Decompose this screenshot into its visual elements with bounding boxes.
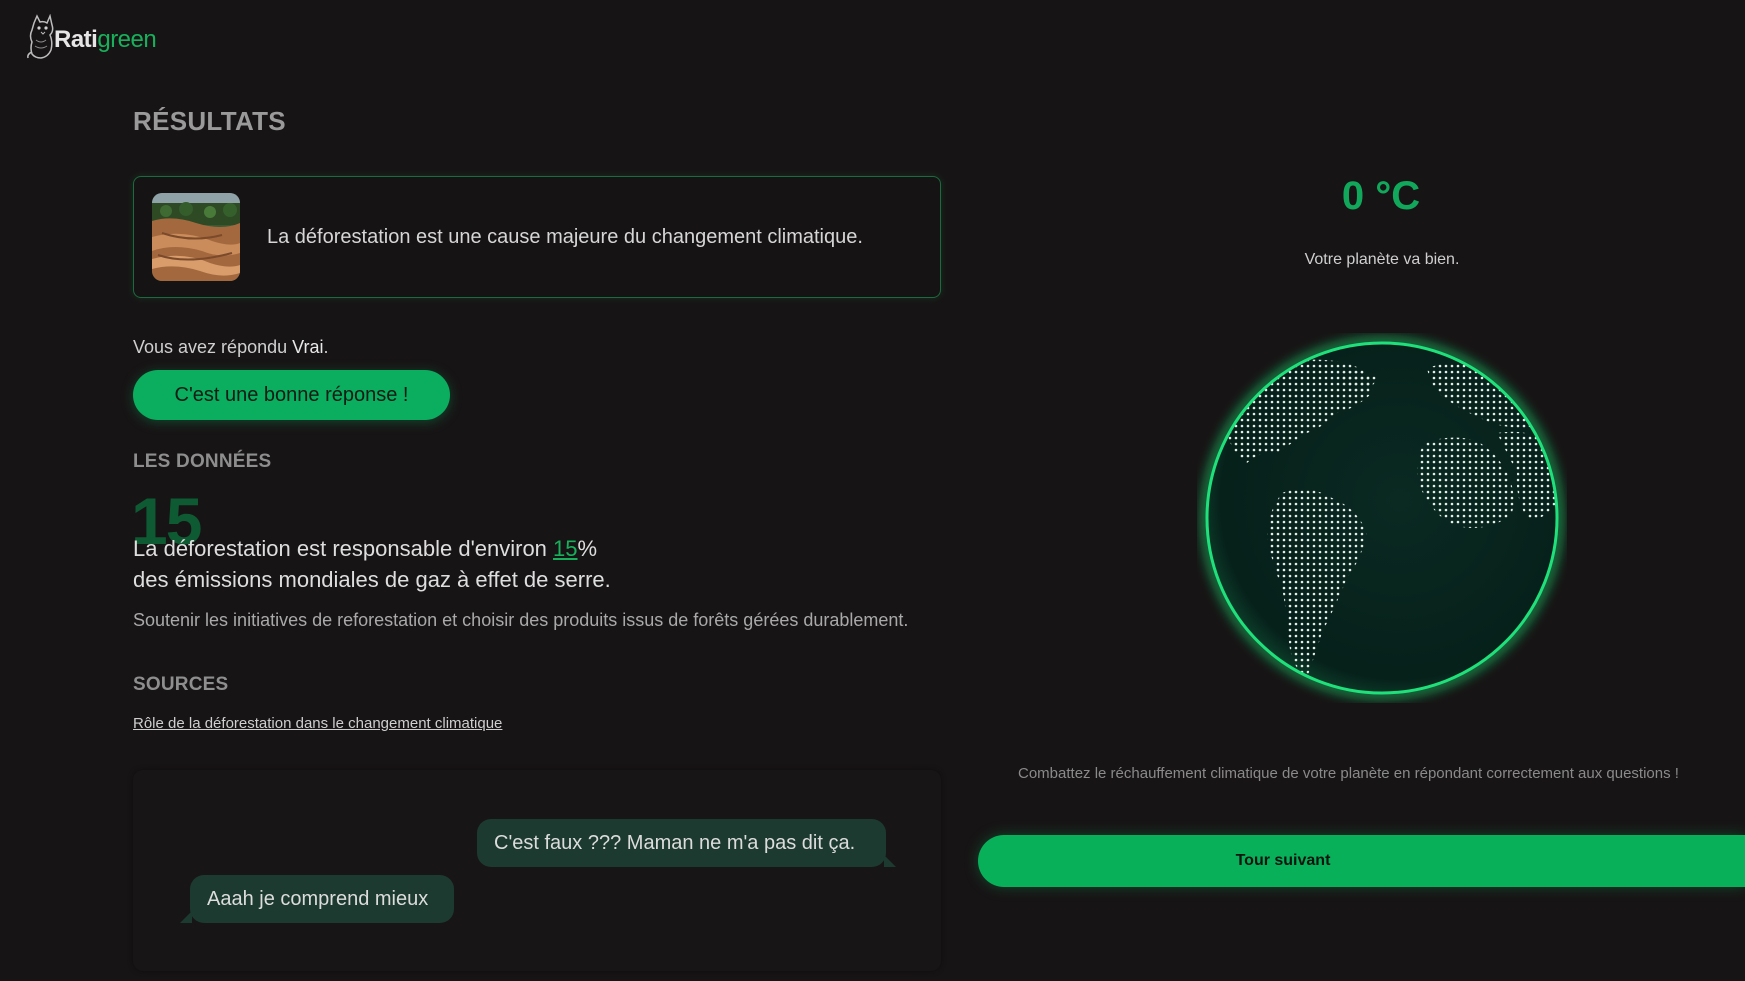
question-text: La déforestation est une cause majeure d… [267,225,863,248]
header: Ratigreen [0,0,1745,80]
answer-prefix: Vous avez répondu [133,337,293,357]
game-hint: Combattez le réchauffement climatique de… [1018,765,1679,782]
earth-globe-icon [1202,338,1562,698]
logo-text-rati: Rati [54,26,98,53]
verdict-badge[interactable]: C'est une bonne réponse ! [133,370,450,420]
answer-value: Vrai [292,337,324,357]
next-round-button[interactable]: Tour suivant [978,835,1745,887]
answer-suffix: . [323,337,329,357]
logo[interactable]: Ratigreen [26,14,157,60]
next-round-label: Tour suivant [1235,852,1331,869]
planet-status: Votre planète va bien. [1304,251,1460,268]
stat-text-line2: des émissions mondiales de gaz à effet d… [133,567,611,592]
source-link[interactable]: Rôle de la déforestation dans le changem… [133,715,502,732]
stat-number-link[interactable]: 15 [553,536,577,561]
action-tip: Soutenir les initiatives de reforestatio… [133,610,909,630]
deforestation-thumbnail [152,193,240,281]
data-section-title: LES DONNÉES [133,451,272,472]
chat-panel: C'est faux ??? Maman ne m'a pas dit ça. … [133,770,941,971]
stat-text-before: La déforestation est responsable d'envir… [133,536,554,561]
stat-text: La déforestation est responsable d'envir… [133,533,611,595]
temperature-readout: 0 °C [1341,174,1421,218]
cat-icon [27,14,54,59]
question-card: La déforestation est une cause majeure d… [133,176,941,298]
chat-message-user: C'est faux ??? Maman ne m'a pas dit ça. [477,819,896,867]
answer-line: Vous avez répondu Vrai. [133,337,328,358]
page-title: RÉSULTATS [133,106,286,136]
chat-message-reply: Aaah je comprend mieux [180,875,454,923]
sources-title: SOURCES [133,674,229,695]
stat-percent: % [577,536,598,561]
logo-text-green: green [97,26,157,53]
